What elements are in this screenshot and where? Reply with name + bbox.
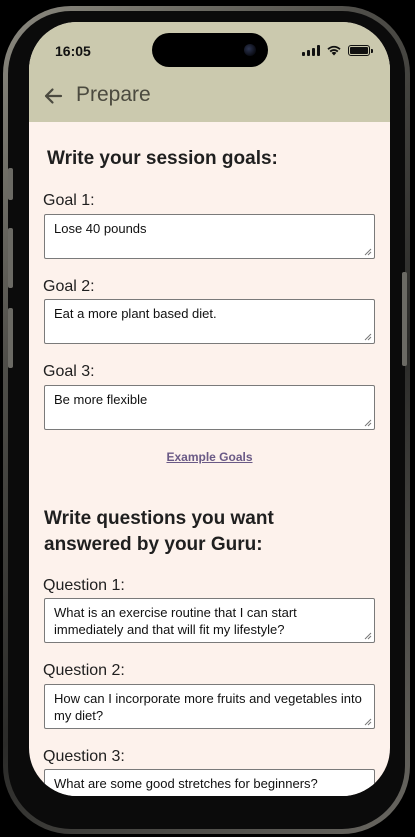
resize-grip-icon[interactable] (363, 332, 372, 341)
example-goals-link[interactable]: Example Goals (29, 450, 390, 464)
question-1-input[interactable]: What is an exercise routine that I can s… (44, 598, 375, 643)
goal-2-input[interactable]: Eat a more plant based diet. (44, 299, 375, 344)
status-icons (302, 44, 373, 56)
resize-grip-icon[interactable] (363, 631, 372, 640)
goal-1-label: Goal 1: (43, 192, 95, 209)
question-3-value: What are some good stretches for beginne… (54, 776, 318, 791)
page-title: Prepare (76, 83, 151, 106)
goal-3-value: Be more flexible (54, 392, 148, 407)
power-button (402, 272, 407, 366)
goal-3-label: Goal 3: (43, 363, 95, 380)
question-1-value: What is an exercise routine that I can s… (54, 605, 297, 637)
wifi-icon (327, 45, 341, 56)
goal-2-label: Goal 2: (43, 278, 95, 295)
question-2-value: How can I incorporate more fruits and ve… (54, 691, 362, 723)
resize-grip-icon[interactable] (363, 247, 372, 256)
question-2-label: Question 2: (43, 662, 125, 679)
question-3-label: Question 3: (43, 748, 125, 765)
battery-icon (348, 44, 373, 56)
arrow-left-icon (44, 88, 63, 104)
top-bar: 16:05 Prepare (29, 22, 390, 122)
questions-section-title: Write questions you want answered by you… (44, 508, 274, 555)
action-button (8, 168, 13, 200)
question-3-input[interactable]: What are some good stretches for beginne… (44, 769, 375, 796)
goal-1-input[interactable]: Lose 40 pounds (44, 214, 375, 259)
goal-3-input[interactable]: Be more flexible (44, 385, 375, 430)
phone-screen: 16:05 Prepare Write your session goals: … (29, 22, 390, 796)
goal-1-value: Lose 40 pounds (54, 221, 147, 236)
dynamic-island (152, 33, 268, 67)
resize-grip-icon[interactable] (363, 717, 372, 726)
status-time: 16:05 (55, 43, 91, 59)
volume-down-button (8, 308, 13, 368)
question-2-input[interactable]: How can I incorporate more fruits and ve… (44, 684, 375, 729)
signal-icon (302, 44, 320, 56)
camera-icon (244, 44, 256, 56)
back-button[interactable] (42, 85, 64, 107)
question-1-label: Question 1: (43, 577, 125, 594)
resize-grip-icon[interactable] (363, 418, 372, 427)
goals-section-title: Write your session goals: (47, 148, 278, 169)
volume-up-button (8, 228, 13, 288)
goal-2-value: Eat a more plant based diet. (54, 306, 217, 321)
